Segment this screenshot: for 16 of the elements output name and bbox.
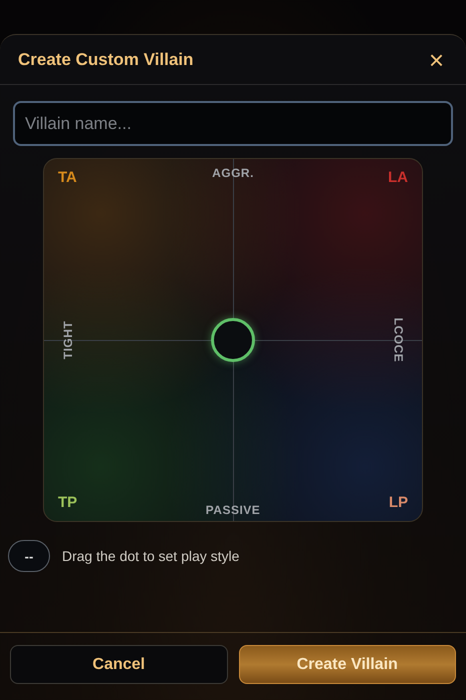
dialog-title: Create Custom Villain: [18, 50, 194, 70]
axis-label: TIGHT: [61, 320, 75, 360]
axis-label: LCOCE: [391, 318, 405, 362]
close-button[interactable]: ×: [426, 46, 446, 72]
quadrant-label: TP: [58, 494, 78, 511]
drag-handle[interactable]: [211, 318, 255, 362]
quadrant-label: LP: [388, 494, 408, 511]
hint-text: Drag the dot to set play style: [62, 548, 240, 564]
name-field[interactable]: Villain name...: [13, 101, 453, 146]
play-style-grid[interactable]: TA LA TP LP AGGR. PASSIVE TIGHT LCOCE: [43, 158, 423, 522]
axis-label: AGGR.: [212, 166, 254, 180]
quadrant-label: LA: [388, 169, 408, 186]
axis-label: PASSIVE: [206, 503, 260, 517]
style-badge: --: [8, 540, 50, 572]
quadrant-label: TA: [58, 169, 77, 186]
cancel-button[interactable]: Cancel: [10, 645, 228, 684]
